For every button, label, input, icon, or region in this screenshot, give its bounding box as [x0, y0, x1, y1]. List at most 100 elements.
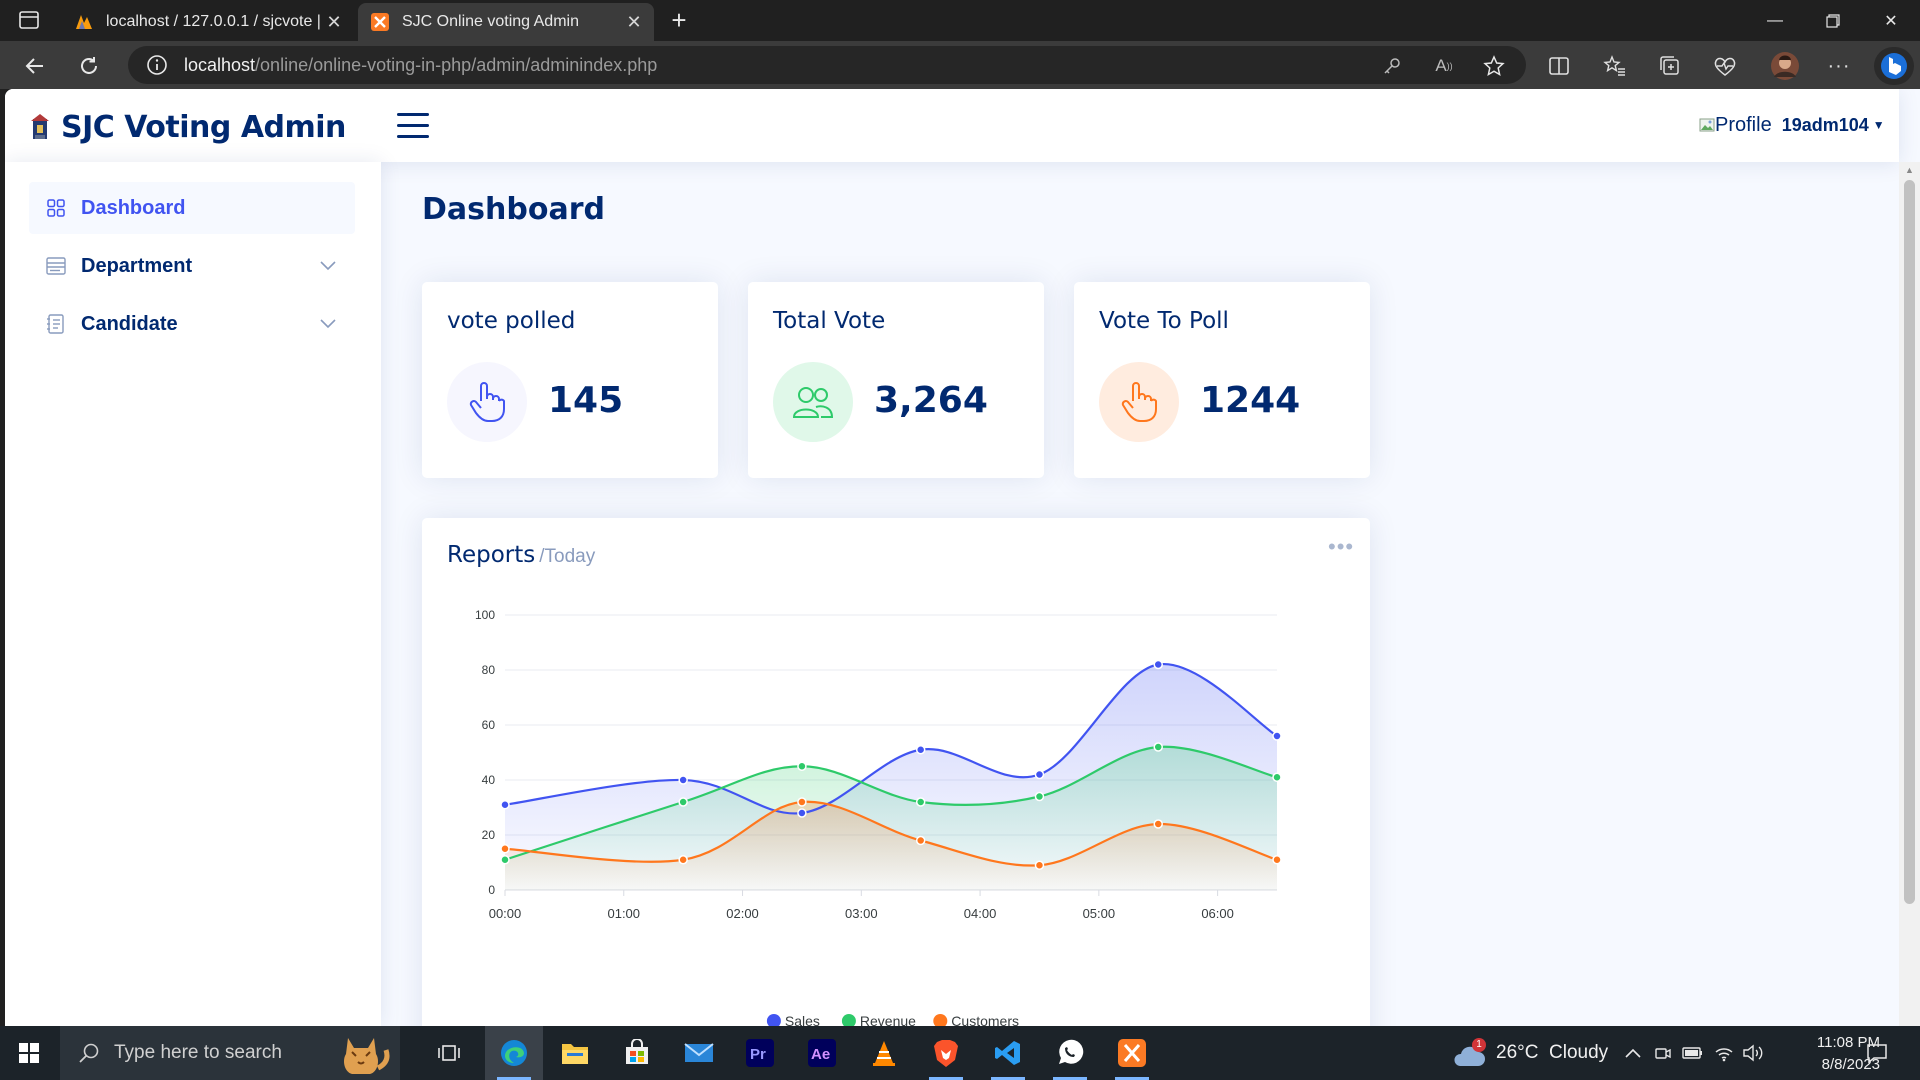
- search-placeholder: Type here to search: [114, 1042, 282, 1063]
- scroll-up-icon[interactable]: ▲: [1904, 165, 1915, 175]
- tab-actions-icon[interactable]: [18, 9, 40, 31]
- y-tick-label: 100: [475, 608, 495, 622]
- vscode-icon[interactable]: [979, 1026, 1037, 1080]
- wifi-icon[interactable]: [1714, 1026, 1734, 1080]
- legend-label: Customers: [951, 1013, 1019, 1026]
- restore-icon[interactable]: [1804, 0, 1862, 41]
- split-screen-icon[interactable]: [1546, 53, 1572, 79]
- more-options-icon[interactable]: ···: [1826, 53, 1852, 79]
- journal-icon: [45, 313, 67, 335]
- data-point-revenue: [500, 855, 510, 865]
- notifications-icon[interactable]: [1866, 1026, 1888, 1080]
- x-tick-label: 00:00: [489, 906, 522, 921]
- y-tick-label: 80: [482, 663, 496, 677]
- mail-icon[interactable]: [670, 1026, 728, 1080]
- microsoft-store-icon[interactable]: [608, 1026, 666, 1080]
- brave-icon[interactable]: [917, 1026, 975, 1080]
- sidebar-item-candidate[interactable]: Candidate: [29, 298, 355, 350]
- show-hidden-icons[interactable]: [1624, 1026, 1642, 1080]
- weather-text: 26°C Cloudy: [1496, 1042, 1609, 1063]
- after-effects-icon[interactable]: Ae: [793, 1026, 851, 1080]
- data-point-customers: [500, 844, 510, 854]
- clock-time: 11:08 PM: [1816, 1034, 1880, 1051]
- y-tick-label: 60: [482, 718, 496, 732]
- data-point-revenue: [1272, 772, 1282, 782]
- data-point-customers: [1034, 860, 1045, 870]
- browser-essentials-icon[interactable]: [1712, 53, 1738, 79]
- broken-image-icon: [1699, 118, 1715, 132]
- browser-tab-bar: localhost / 127.0.0.1 / sjcvote | php ✕ …: [0, 0, 1920, 41]
- legend-marker: [841, 1014, 856, 1026]
- file-explorer-icon[interactable]: [546, 1026, 604, 1080]
- data-point-revenue: [678, 797, 688, 807]
- collections-icon[interactable]: [1657, 53, 1683, 79]
- profile-image: Profile: [1699, 114, 1772, 137]
- sidebar-item-dashboard[interactable]: Dashboard: [29, 182, 355, 234]
- bing-copilot-icon[interactable]: [1874, 47, 1914, 85]
- layout-icon: [45, 255, 67, 277]
- scrollbar-thumb[interactable]: [1904, 180, 1915, 904]
- close-window-icon[interactable]: ✕: [1862, 0, 1920, 41]
- profile-dropdown[interactable]: Profile 19adm104 ▼: [1699, 112, 1885, 138]
- brand-name: SJC Voting Admin: [61, 109, 346, 145]
- caret-down-icon: ▼: [1872, 118, 1885, 132]
- sidebar: Dashboard Department Candidate: [5, 162, 381, 1026]
- windows-taskbar: Type here to search Pr Ae 1 26°C Cloudy …: [0, 1026, 1920, 1080]
- edge-taskbar-icon[interactable]: [485, 1026, 543, 1080]
- brand-logo-link[interactable]: SJC Voting Admin: [31, 107, 346, 147]
- main-content: Dashboard vote polled 145 Total Vote 3,2…: [381, 162, 1920, 1026]
- user-avatar-icon[interactable]: [1768, 49, 1802, 83]
- vlc-icon[interactable]: [855, 1026, 913, 1080]
- y-tick-label: 20: [482, 828, 496, 842]
- data-point-sales: [500, 800, 510, 810]
- username: 19adm104: [1781, 114, 1869, 135]
- legend-marker: [933, 1014, 948, 1026]
- read-aloud-icon[interactable]: A)): [1432, 54, 1456, 78]
- page-scrollbar[interactable]: ▲ ▼: [1899, 162, 1920, 1026]
- refresh-icon[interactable]: [74, 51, 104, 81]
- data-point-sales: [915, 745, 926, 755]
- data-point-customers: [797, 797, 807, 807]
- task-view-icon[interactable]: [420, 1026, 478, 1080]
- stat-value: 145: [548, 380, 624, 421]
- toggle-sidebar-icon[interactable]: [397, 113, 429, 139]
- favorite-star-icon[interactable]: [1482, 54, 1506, 78]
- key-icon[interactable]: [1380, 54, 1404, 78]
- tab-phpmyadmin[interactable]: localhost / 127.0.0.1 / sjcvote | php ✕: [62, 3, 354, 41]
- sidebar-item-label: Candidate: [81, 312, 178, 335]
- tab-sjc-voting[interactable]: SJC Online voting Admin ✕: [358, 3, 654, 41]
- logo-icon: [31, 114, 49, 139]
- favorites-icon[interactable]: [1602, 53, 1628, 79]
- new-tab-icon[interactable]: +: [666, 7, 692, 34]
- url-text: localhost/online/online-voting-in-php/ad…: [184, 54, 658, 75]
- sidebar-item-label: Dashboard: [81, 196, 186, 219]
- site-info-icon[interactable]: [146, 54, 168, 76]
- page-title: Dashboard: [422, 192, 605, 227]
- weather-widget[interactable]: 1 26°C Cloudy: [1452, 1026, 1608, 1080]
- meet-now-icon[interactable]: [1654, 1026, 1672, 1080]
- xampp-taskbar-icon[interactable]: [1103, 1026, 1161, 1080]
- minimize-icon[interactable]: —: [1746, 0, 1804, 41]
- close-tab-icon[interactable]: ✕: [622, 10, 646, 34]
- premiere-pro-icon[interactable]: Pr: [731, 1026, 789, 1080]
- stat-value: 3,264: [874, 380, 988, 421]
- back-icon[interactable]: [20, 51, 50, 81]
- xampp-favicon-icon: [370, 12, 390, 32]
- cloud-icon: 1: [1452, 1038, 1486, 1068]
- data-point-customers: [915, 835, 926, 846]
- profile-image-alt: Profile: [1715, 113, 1772, 136]
- stat-title: vote polled: [447, 308, 576, 334]
- url-field[interactable]: localhost/online/online-voting-in-php/ad…: [128, 46, 1526, 84]
- windows-start-icon[interactable]: [0, 1026, 58, 1080]
- whatsapp-icon[interactable]: [1041, 1026, 1099, 1080]
- taskbar-clock[interactable]: 11:08 PM 8/8/2023: [1760, 1032, 1880, 1076]
- close-tab-icon[interactable]: ✕: [322, 10, 346, 34]
- legend-marker: [766, 1014, 781, 1026]
- data-point-sales: [1153, 659, 1163, 670]
- hand-pointer-icon: [447, 362, 527, 442]
- sidebar-item-department[interactable]: Department: [29, 240, 355, 292]
- x-tick-label: 02:00: [726, 906, 759, 921]
- battery-icon[interactable]: [1682, 1026, 1704, 1080]
- taskbar-search-box[interactable]: Type here to search: [60, 1026, 400, 1080]
- clock-date: 8/8/2023: [1821, 1056, 1880, 1073]
